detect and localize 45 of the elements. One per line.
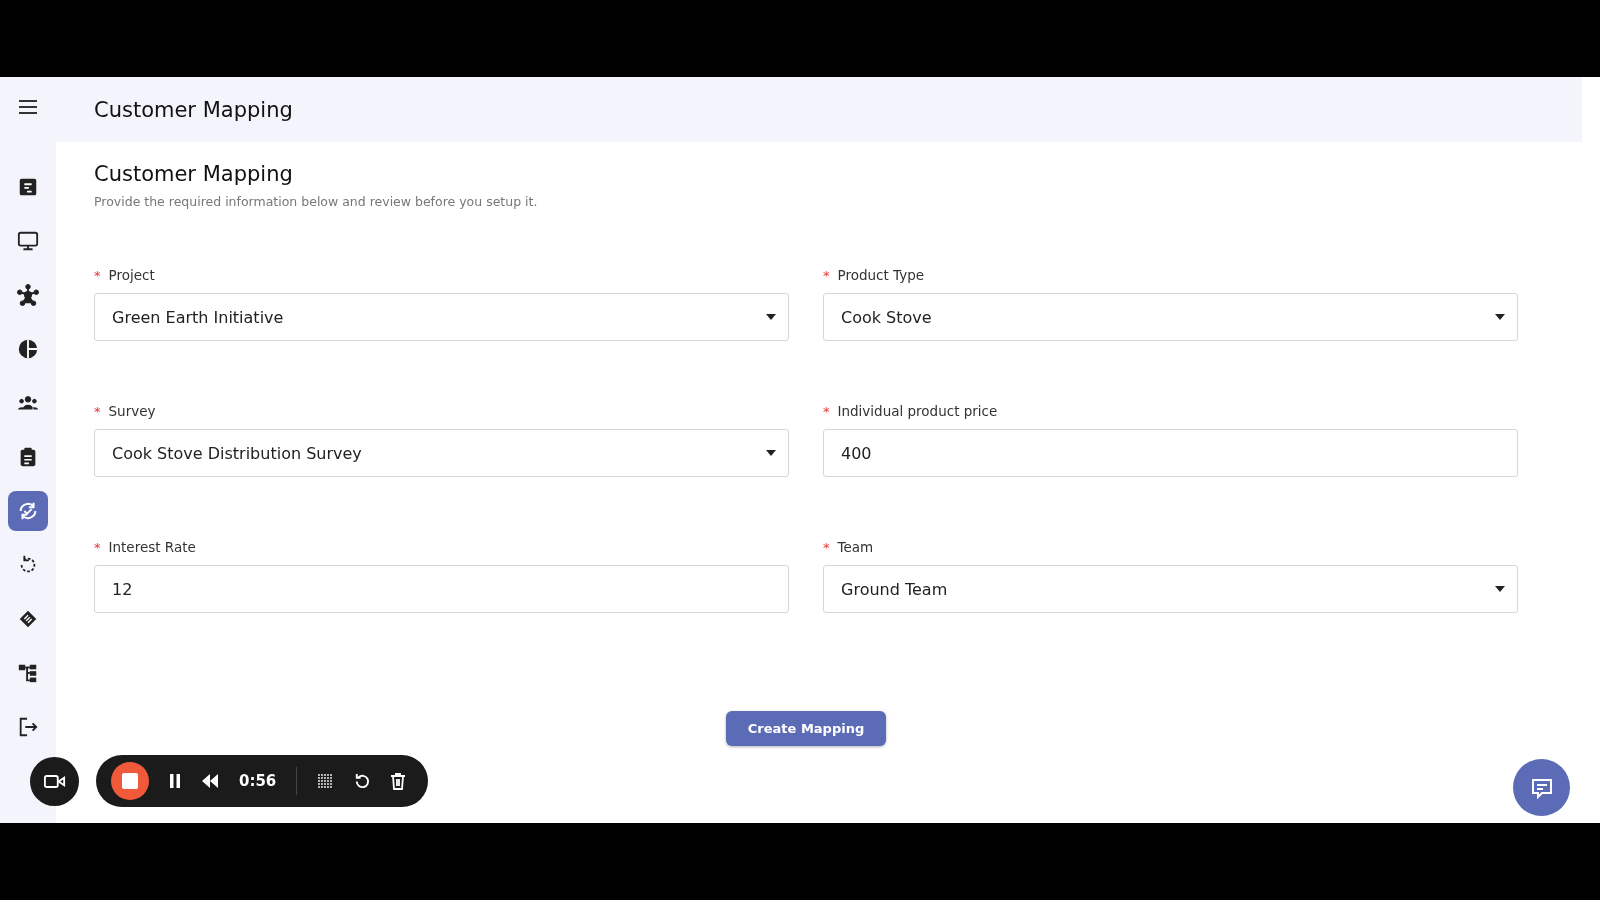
rewind-icon[interactable] xyxy=(201,774,219,788)
stop-button[interactable] xyxy=(111,762,149,800)
caret-icon xyxy=(766,314,776,320)
recording-time: 0:56 xyxy=(239,772,277,790)
menu-icon[interactable] xyxy=(18,99,38,115)
pie-chart-icon xyxy=(17,338,39,360)
required-asterisk: * xyxy=(94,403,101,419)
form-title: Customer Mapping xyxy=(94,162,294,186)
field-label: Interest Rate xyxy=(108,539,196,555)
grid-dots-icon[interactable] xyxy=(317,773,334,789)
required-asterisk: * xyxy=(823,267,830,283)
select-field[interactable]: Green Earth Initiative xyxy=(94,293,789,341)
select-field[interactable]: Ground Team xyxy=(823,565,1518,613)
field-label: Project xyxy=(108,267,155,283)
monitor-icon xyxy=(17,230,39,252)
document-icon xyxy=(17,176,39,198)
select-field[interactable]: Cook Stove xyxy=(823,293,1518,341)
sync-icon xyxy=(17,500,39,522)
network-icon xyxy=(17,284,39,306)
input-field[interactable]: 12 xyxy=(94,565,789,613)
required-asterisk: * xyxy=(94,267,101,283)
input-field[interactable]: 400 xyxy=(823,429,1518,477)
field-label: Individual product price xyxy=(837,403,998,419)
create-mapping-button[interactable]: Create Mapping xyxy=(725,711,887,746)
trash-icon[interactable] xyxy=(390,772,407,790)
required-asterisk: * xyxy=(823,539,830,555)
select-field[interactable]: Cook Stove Distribution Survey xyxy=(94,429,789,477)
required-asterisk: * xyxy=(823,403,830,419)
video-camera-icon xyxy=(43,773,66,789)
handshake-icon xyxy=(17,608,39,630)
caret-icon xyxy=(1495,586,1505,592)
field-label: Survey xyxy=(108,403,156,419)
chat-button[interactable] xyxy=(1513,759,1570,816)
logout-icon xyxy=(17,716,39,738)
chat-icon xyxy=(1529,776,1554,799)
field-label: Team xyxy=(837,539,874,555)
form-subtitle: Provide the required information below and review before you setup it. xyxy=(94,194,539,209)
hierarchy-icon xyxy=(17,662,39,684)
required-asterisk: * xyxy=(94,539,101,555)
caret-icon xyxy=(766,450,776,456)
pause-icon[interactable] xyxy=(169,774,181,788)
caret-icon xyxy=(1495,314,1505,320)
restart-icon[interactable] xyxy=(353,772,371,790)
page-title: Customer Mapping xyxy=(94,97,293,122)
field-label: Product Type xyxy=(837,267,925,283)
